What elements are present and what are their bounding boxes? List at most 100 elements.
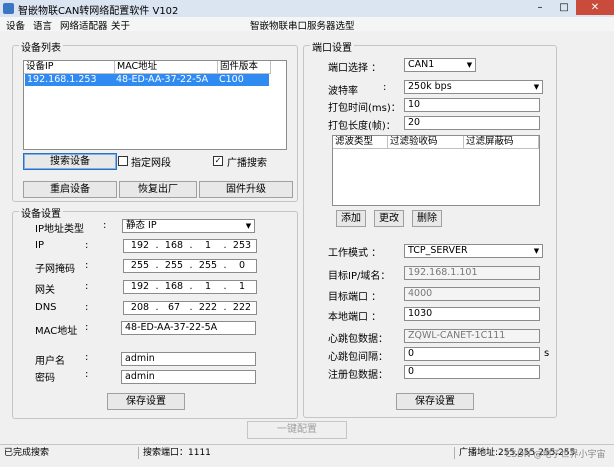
port-value: CAN1 xyxy=(408,59,435,70)
column-firmware[interactable]: 固件版本 xyxy=(218,61,271,74)
work-mode-select[interactable]: TCP_SERVER ▼ xyxy=(404,244,543,258)
mask-dot: . xyxy=(223,260,227,271)
password-field[interactable]: admin xyxy=(121,370,256,384)
ip-octet-3: 1 xyxy=(204,240,212,251)
mask-dot: . xyxy=(189,260,193,271)
port-select-label: 端口选择 ： xyxy=(328,63,382,74)
dns-colon: : xyxy=(85,302,89,313)
ip-type-label: IP地址类型 xyxy=(35,224,84,235)
heartbeat-data-label: 心跳包数据： xyxy=(328,334,388,345)
pack-time-field[interactable]: 10 xyxy=(404,98,540,112)
mask-octet-2: 255 xyxy=(164,260,184,271)
column-ip[interactable]: 设备IP xyxy=(24,61,115,74)
table-row[interactable]: 192.168.1.253 48-ED-AA-37-22-5A C100 xyxy=(25,74,269,86)
minimize-button[interactable]: – xyxy=(528,0,552,15)
baud-rate-select[interactable]: 250k bps ▼ xyxy=(404,80,543,94)
device-settings-title: 设备设置 xyxy=(19,205,63,220)
ip-dot: . xyxy=(223,240,227,251)
work-mode-label: 工作模式 ： xyxy=(328,248,382,259)
menu-network-adapter[interactable]: 网络适配器 xyxy=(60,18,108,32)
username-field[interactable]: admin xyxy=(121,352,256,366)
close-button[interactable]: ✕ xyxy=(576,0,614,15)
firmware-upgrade-button[interactable]: 固件升级 xyxy=(199,181,293,198)
app-icon xyxy=(3,3,14,14)
dns-field[interactable]: 208 . 67 . 222 . 222 xyxy=(123,301,257,315)
baud-value: 250k bps xyxy=(408,81,452,92)
edit-filter-button[interactable]: 更改 xyxy=(374,210,404,227)
register-data-label: 注册包数据： xyxy=(328,370,388,381)
add-filter-button[interactable]: 添加 xyxy=(336,210,366,227)
status-message: 已完成搜索 xyxy=(4,448,50,458)
menu-language[interactable]: 语言 xyxy=(33,18,52,32)
target-port-field[interactable]: 4000 xyxy=(404,287,540,301)
delete-filter-button[interactable]: 删除 xyxy=(412,210,442,227)
dns-octet-4: 222 xyxy=(232,302,252,313)
ip-address-field[interactable]: 192 . 168 . 1 . 253 xyxy=(123,239,257,253)
port-settings-title: 端口设置 xyxy=(310,39,354,54)
mac-address-field[interactable]: 48-ED-AA-37-22-5A xyxy=(121,321,256,335)
target-port-label: 目标端口 ： xyxy=(328,292,382,303)
specify-segment-checkbox[interactable] xyxy=(118,156,128,166)
gateway-colon: : xyxy=(85,281,89,292)
dns-dot: . xyxy=(155,302,159,313)
target-ip-field[interactable]: 192.168.1.101 xyxy=(404,266,540,280)
chevron-down-icon: ▼ xyxy=(533,247,540,255)
gateway-octet-4: 1 xyxy=(238,281,246,292)
heartbeat-interval-unit: s xyxy=(544,348,550,359)
password-label: 密码 xyxy=(35,373,55,384)
password-colon: : xyxy=(85,369,89,380)
mac-colon: : xyxy=(85,322,89,333)
search-device-button[interactable]: 搜索设备 xyxy=(23,153,117,170)
username-colon: : xyxy=(85,352,89,363)
one-click-config-button[interactable]: 一键配置 xyxy=(247,421,347,439)
window-title: 智嵌物联CAN转网络配置软件 V102 xyxy=(18,6,179,17)
factory-reset-button[interactable]: 恢复出厂 xyxy=(119,181,197,198)
mask-octet-1: 255 xyxy=(130,260,150,271)
ip-dot: . xyxy=(155,240,159,251)
subnet-mask-field[interactable]: 255 . 255 . 255 . 0 xyxy=(123,259,257,273)
local-port-label: 本地端口 ： xyxy=(328,312,382,323)
device-list-group: 设备列表 设备IP MAC地址 固件版本 192.168.1.253 48-ED… xyxy=(12,39,298,202)
heartbeat-interval-label: 心跳包间隔： xyxy=(328,352,388,363)
column-mac[interactable]: MAC地址 xyxy=(115,61,218,74)
ip-octet-4: 253 xyxy=(232,240,252,251)
column-acceptance-code[interactable]: 过滤验收码 xyxy=(388,136,464,149)
menu-about[interactable]: 关于 xyxy=(111,18,130,32)
ip-label: IP xyxy=(35,240,44,251)
dns-label: DNS xyxy=(35,302,57,313)
save-device-settings-button[interactable]: 保存设置 xyxy=(107,393,185,410)
ip-type-colon: : xyxy=(103,220,107,231)
broadcast-checkbox[interactable]: ✓ xyxy=(213,156,223,166)
column-mask-code[interactable]: 过滤屏蔽码 xyxy=(464,136,539,149)
ip-colon: : xyxy=(85,240,89,251)
save-port-settings-button[interactable]: 保存设置 xyxy=(396,393,474,410)
pack-length-field[interactable]: 20 xyxy=(404,116,540,130)
mask-label: 子网掩码 xyxy=(35,264,75,275)
device-table[interactable]: 设备IP MAC地址 固件版本 192.168.1.253 48-ED-AA-3… xyxy=(23,60,287,150)
restart-device-button[interactable]: 重启设备 xyxy=(23,181,117,198)
dns-octet-3: 222 xyxy=(198,302,218,313)
heartbeat-data-field[interactable]: ZQWL-CANET-1C111 xyxy=(404,329,540,343)
column-filter-type[interactable]: 滤波类型 xyxy=(333,136,388,149)
ip-octet-2: 168 xyxy=(164,240,184,251)
heartbeat-interval-field[interactable]: 0 xyxy=(404,347,540,361)
ip-type-select[interactable]: 静态 IP ▼ xyxy=(122,219,255,233)
device-settings-group: 设备设置 IP地址类型 : 静态 IP ▼ IP : 192 . 168 . 1… xyxy=(12,205,298,419)
dns-dot: . xyxy=(189,302,193,313)
gateway-field[interactable]: 192 . 168 . 1 . 1 xyxy=(123,280,257,294)
gateway-dot: . xyxy=(189,281,193,292)
mask-octet-4: 0 xyxy=(238,260,246,271)
product-selection-link[interactable]: 智嵌物联串口服务器选型 xyxy=(250,18,355,32)
menu-device[interactable]: 设备 xyxy=(6,18,25,32)
maximize-button[interactable]: □ xyxy=(552,0,576,15)
filter-table[interactable]: 滤波类型 过滤验收码 过滤屏蔽码 xyxy=(332,135,540,206)
row-mac: 48-ED-AA-37-22-5A xyxy=(116,74,209,85)
baud-label: 波特率 xyxy=(328,86,358,97)
specify-segment-label: 指定网段 xyxy=(131,158,171,169)
register-data-field[interactable]: 0 xyxy=(404,365,540,379)
port-select[interactable]: CAN1 ▼ xyxy=(404,58,476,72)
local-port-field[interactable]: 1030 xyxy=(404,307,540,321)
gateway-octet-2: 168 xyxy=(164,281,184,292)
target-ip-label: 目标IP/域名： xyxy=(328,271,391,282)
status-separator xyxy=(454,447,455,459)
